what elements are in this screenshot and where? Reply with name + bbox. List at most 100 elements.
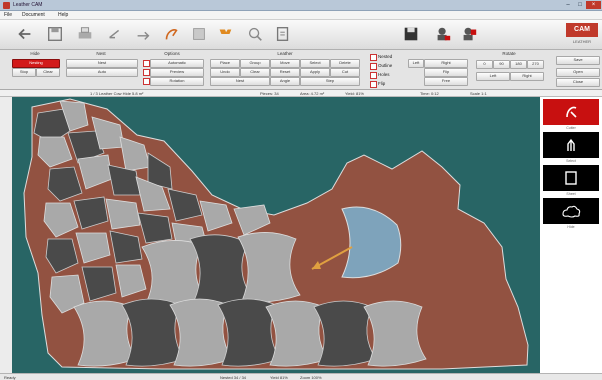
maximize-button[interactable]: □ <box>574 1 586 9</box>
angle-90-button[interactable]: 90 <box>493 60 510 69</box>
back-arrow-icon[interactable] <box>14 23 36 45</box>
group-label-rotate: Rotate <box>502 51 516 56</box>
hand-tool-caption: Select <box>566 159 576 163</box>
clear-button[interactable]: Clear <box>36 68 60 77</box>
close-layout-button[interactable]: Close <box>556 78 600 87</box>
save-icon[interactable] <box>44 23 66 45</box>
flip-checkbox[interactable] <box>370 81 377 88</box>
angle-0-button[interactable]: 0 <box>476 60 493 69</box>
status-yield: Yield 81% <box>270 375 288 380</box>
angle-270-button[interactable]: 270 <box>527 60 544 69</box>
minimize-button[interactable]: – <box>562 1 574 9</box>
rotate-right-icon[interactable] <box>132 23 154 45</box>
cut-tool-caption: Cutter <box>566 126 576 130</box>
group-button[interactable]: Group <box>240 59 270 68</box>
rotate-left-button[interactable]: Left <box>408 59 424 68</box>
cloud-tool-icon[interactable] <box>543 198 599 224</box>
pieces-info: Pieces: 34 <box>260 91 279 96</box>
flip-button[interactable]: Flip <box>424 68 468 77</box>
zoom-icon[interactable] <box>244 23 266 45</box>
menu-help[interactable]: Help <box>58 12 68 19</box>
brand-text: LEATHER <box>572 39 592 44</box>
yield-info: Yield: 81% <box>345 91 364 96</box>
time-info: Time: 0:12 <box>420 91 439 96</box>
preview-option[interactable]: Preview <box>150 68 204 77</box>
group-label-leather: Leather <box>277 51 293 56</box>
area-info: Area: 4.72 m² <box>300 91 325 96</box>
nesting-drawing <box>23 98 529 370</box>
holes-checkbox[interactable] <box>370 72 377 79</box>
status-ready: Ready <box>4 375 16 380</box>
angle-label-angle: Angle <box>270 77 300 86</box>
cloud-tool-caption: Hide <box>567 225 575 229</box>
curve-tool-icon[interactable] <box>160 23 182 45</box>
close-button[interactable]: × <box>586 1 601 9</box>
rotate-right-button[interactable]: Right <box>424 59 468 68</box>
page-tool-caption: Sheet <box>566 192 576 196</box>
automatic-option[interactable]: Automatic <box>150 59 204 68</box>
move-button[interactable]: Move <box>270 59 300 68</box>
save-layout-button[interactable]: Save <box>556 56 600 65</box>
nested-checkbox[interactable] <box>370 54 377 61</box>
rotation-checkbox[interactable] <box>143 78 150 85</box>
toolbar: CAM LEATHER <box>0 20 602 50</box>
angle-180-button[interactable]: 180 <box>510 60 527 69</box>
move-icon[interactable] <box>272 23 294 45</box>
menu-document[interactable]: Document <box>22 12 45 19</box>
place-button[interactable]: Place <box>210 59 240 68</box>
rotate-right-angle-button[interactable]: Right <box>510 72 544 81</box>
disk-icon[interactable] <box>400 23 422 45</box>
status-bar: Ready Nested 34 / 34 Yield 81% Zoom 100% <box>0 373 602 380</box>
clear-all-button[interactable]: Clear <box>240 68 270 77</box>
cut-tool-icon[interactable] <box>543 99 599 125</box>
flip-label: Flip <box>378 81 386 86</box>
flag-icon[interactable] <box>214 23 236 45</box>
nested-label: Nested <box>378 54 393 59</box>
free-rotate-button[interactable]: Free <box>424 77 468 86</box>
scale-info: Scale 1:1 <box>470 91 487 96</box>
open-layout-button[interactable]: Open <box>556 68 600 77</box>
brand: CAM LEATHER <box>566 23 598 47</box>
preview-checkbox[interactable] <box>143 69 150 76</box>
group-label-nest: Nest <box>96 51 106 56</box>
print-icon[interactable] <box>74 23 96 45</box>
group-label-options: Options <box>164 51 180 56</box>
outline-label: Outline <box>378 63 393 68</box>
nesting-canvas[interactable] <box>12 97 540 373</box>
stop-button[interactable]: Stop <box>12 68 36 77</box>
user-remove-icon[interactable] <box>458 23 480 45</box>
options-panel: Hide Nesting Stop Clear Nest Nest Auto O… <box>0 50 602 90</box>
angle-label-step: Step <box>300 77 360 86</box>
nest-button[interactable]: Nest <box>66 59 138 68</box>
menu-bar: File Document Help <box>0 11 602 20</box>
undo-button[interactable]: Undo <box>210 68 240 77</box>
group-label-left: Hide <box>30 51 40 56</box>
cut-button[interactable]: Cut <box>330 68 360 77</box>
status-nested: Nested 34 / 34 <box>220 375 247 380</box>
automatic-checkbox[interactable] <box>143 60 150 67</box>
rotation-option[interactable]: Rotation <box>150 77 204 86</box>
reset-button[interactable]: Reset <box>270 68 300 77</box>
holes-label: Holes <box>378 72 390 77</box>
window-title: Leather CAM <box>13 2 43 8</box>
rotate-left-icon[interactable] <box>104 23 126 45</box>
brand-logo: CAM <box>566 23 598 37</box>
hand-tool-icon[interactable] <box>543 132 599 158</box>
auto-nest-button[interactable]: Auto <box>66 68 138 77</box>
status-zoom: Zoom 100% <box>300 375 322 380</box>
start-nesting-button[interactable]: Nesting <box>12 59 60 68</box>
select-button[interactable]: Select <box>300 59 330 68</box>
page-tool-icon[interactable] <box>543 165 599 191</box>
rotate-left-angle-button[interactable]: Left <box>476 72 510 81</box>
info-strip: 1 / 3 Leather Cow Hide 5.8 m² Pieces: 34… <box>0 90 602 97</box>
grid-icon[interactable] <box>188 23 210 45</box>
apply-button[interactable]: Apply <box>300 68 330 77</box>
user-icon[interactable] <box>432 23 454 45</box>
menu-file[interactable]: File <box>4 12 12 19</box>
tool-palette: Cutter Select Sheet Hide <box>540 97 602 373</box>
piece <box>105 198 141 230</box>
delete-button[interactable]: Delete <box>330 59 360 68</box>
title-bar: Leather CAM – □ × <box>0 0 602 11</box>
outline-checkbox[interactable] <box>370 63 377 70</box>
app-icon <box>3 2 10 9</box>
